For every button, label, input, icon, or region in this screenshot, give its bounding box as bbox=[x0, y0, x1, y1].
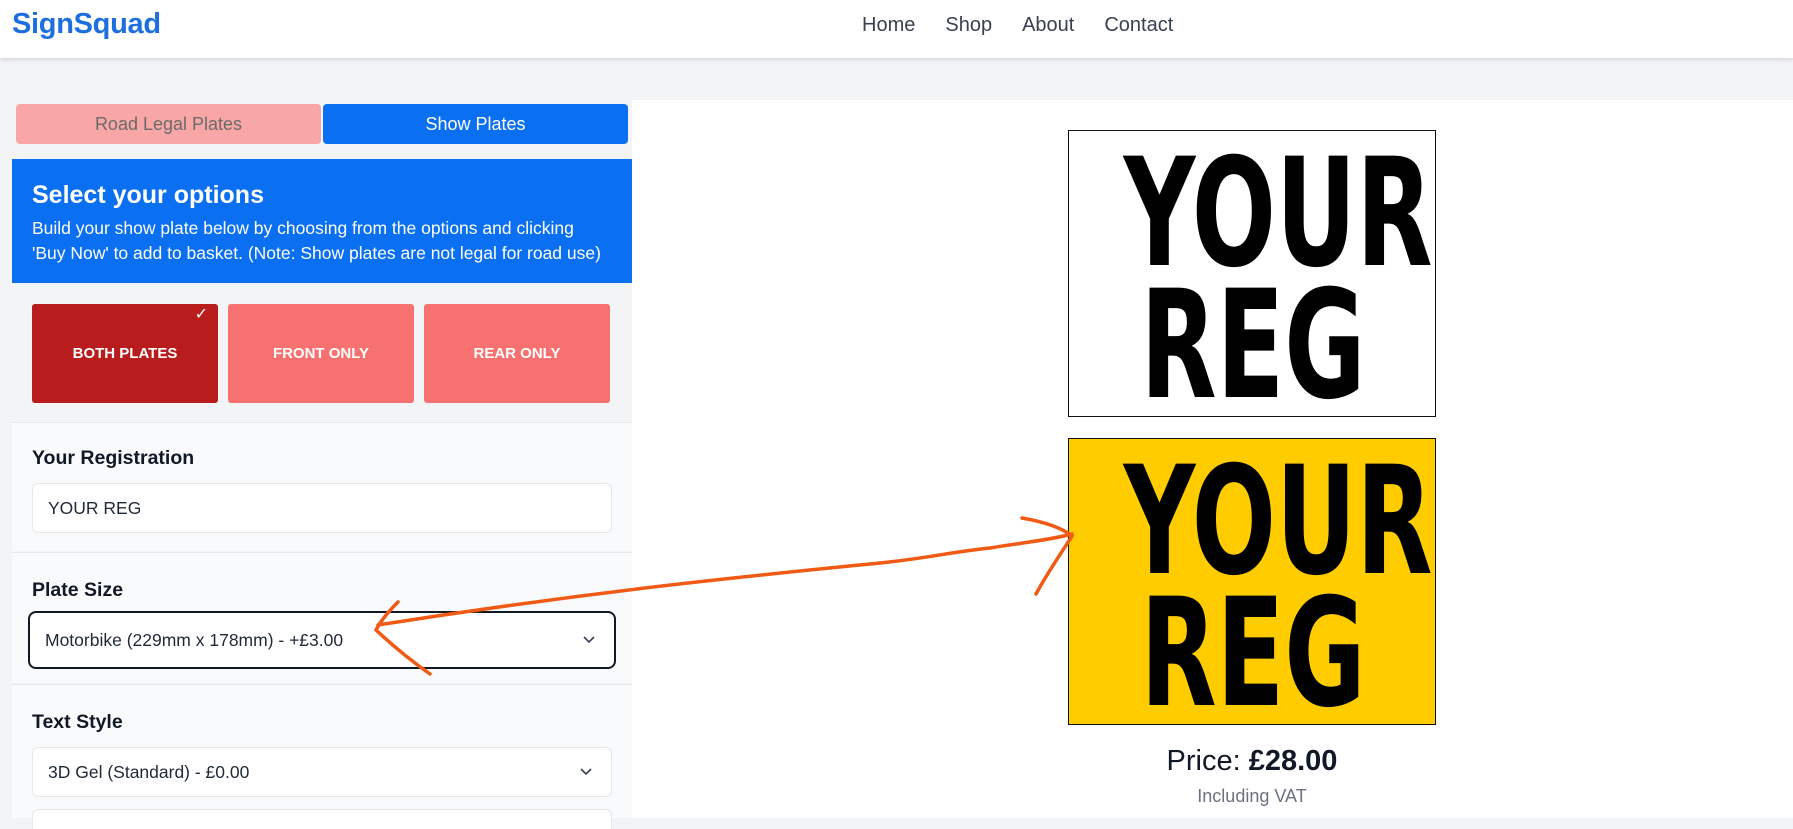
main-nav: Home Shop About Contact bbox=[862, 14, 1203, 37]
site-logo[interactable]: SignSquad bbox=[12, 8, 161, 41]
plate-size-value: Motorbike (229mm x 178mm) - +£3.00 bbox=[45, 629, 344, 650]
plate-type-tabs: Road Legal Plates Show Plates bbox=[16, 104, 628, 144]
rear-only-label: REAR ONLY bbox=[473, 345, 561, 362]
tab-show-plates[interactable]: Show Plates bbox=[323, 104, 628, 144]
front-plate-line-2: REG bbox=[1140, 259, 1366, 433]
price-display: Price: £28.00 bbox=[1068, 745, 1436, 778]
text-style-value: 3D Gel (Standard) - £0.00 bbox=[48, 761, 250, 782]
nav-shop[interactable]: Shop bbox=[945, 14, 992, 37]
options-description: Build your show plate below by choosing … bbox=[32, 218, 601, 263]
front-only-button[interactable]: FRONT ONLY bbox=[228, 304, 414, 403]
registration-value: YOUR REG bbox=[48, 497, 142, 518]
plate-size-select[interactable]: Motorbike (229mm x 178mm) - +£3.00 bbox=[28, 611, 616, 669]
chevron-down-icon bbox=[580, 768, 592, 776]
text-style-select[interactable]: 3D Gel (Standard) - £0.00 bbox=[32, 747, 612, 797]
tab-road-legal-plates[interactable]: Road Legal Plates bbox=[16, 104, 321, 144]
both-plates-label: BOTH PLATES bbox=[72, 345, 178, 362]
rear-only-button[interactable]: REAR ONLY bbox=[424, 304, 610, 403]
nav-about[interactable]: About bbox=[1022, 14, 1074, 37]
plate-size-section: Plate Size Motorbike (229mm x 178mm) - +… bbox=[12, 553, 632, 683]
check-icon: ✓ bbox=[194, 306, 208, 323]
text-style-section: Text Style 3D Gel (Standard) - £0.00 bbox=[12, 685, 632, 829]
rear-plate-preview: YOUR REG bbox=[1068, 438, 1436, 741]
next-option-field[interactable] bbox=[32, 809, 612, 829]
chevron-down-icon bbox=[583, 636, 595, 644]
plate-size-label: Plate Size bbox=[32, 579, 124, 601]
text-style-label: Text Style bbox=[32, 711, 123, 733]
front-plate-preview: YOUR REG bbox=[1068, 130, 1436, 433]
options-title: Select your options bbox=[32, 181, 264, 209]
both-plates-button[interactable]: BOTH PLATES ✓ bbox=[32, 304, 218, 403]
nav-contact[interactable]: Contact bbox=[1104, 14, 1173, 37]
rear-plate-line-2: REG bbox=[1140, 567, 1366, 741]
price-amount: £28.00 bbox=[1248, 745, 1338, 777]
options-intro: Select your options Build your show plat… bbox=[12, 159, 632, 283]
options-panel: Road Legal Plates Show Plates Select you… bbox=[12, 100, 632, 829]
registration-section: Your Registration YOUR REG bbox=[12, 423, 632, 551]
front-only-label: FRONT ONLY bbox=[272, 345, 370, 362]
registration-input[interactable]: YOUR REG bbox=[32, 483, 612, 533]
registration-label: Your Registration bbox=[32, 447, 195, 469]
vat-note: Including VAT bbox=[1197, 786, 1307, 806]
nav-home[interactable]: Home bbox=[862, 14, 915, 37]
price-label: Price: bbox=[1166, 745, 1249, 777]
site-header: SignSquad Home Shop About Contact bbox=[0, 0, 1793, 58]
plate-preview-panel: YOUR REG YOUR REG Price: £28.00 Includin… bbox=[632, 100, 1793, 818]
